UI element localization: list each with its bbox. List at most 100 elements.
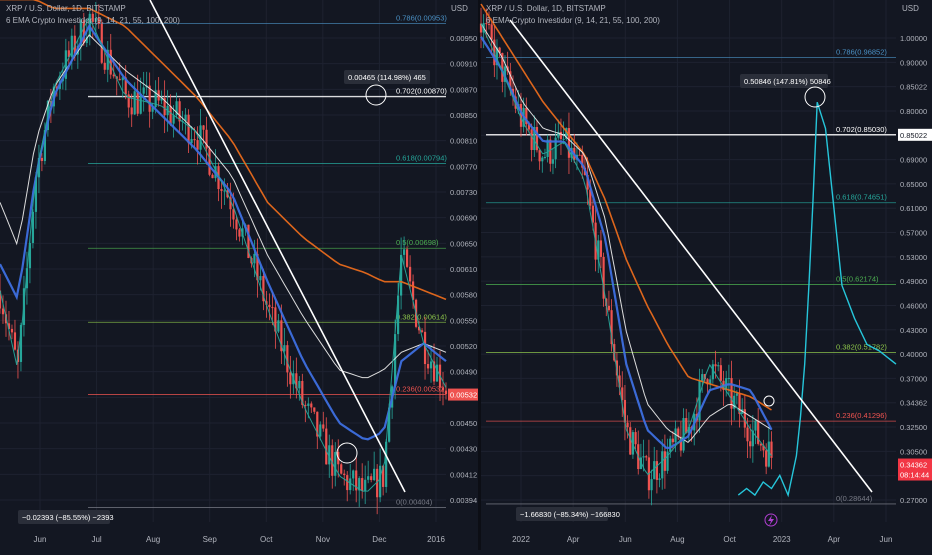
left-y-tick: 0.00950 [450, 34, 477, 43]
left-candle [364, 479, 367, 491]
left-candle [202, 125, 205, 130]
left-symbol-header[interactable]: XRP / U.S. Dollar, 1D, BITSTAMP [6, 4, 126, 13]
right-drop-annotation: −1.66830 (−85.34%) −166830 [520, 510, 620, 519]
chart-canvas: Jun Jul Aug Sep Oct Nov Dec 2016 0.00950 0.00910 0… [0, 0, 932, 550]
lightning-icon-glyph [768, 515, 774, 526]
right-candle [626, 422, 629, 428]
left-y-tick: 0.00580 [450, 291, 477, 300]
left-y-tick: 0.00450 [450, 419, 477, 428]
left-x-tick: Oct [260, 535, 273, 544]
right-y-tick: 0.61000 [900, 204, 927, 213]
right-fib-label: 0.236(0.41296) [836, 411, 887, 420]
left-y-tick: 0.00870 [450, 85, 477, 94]
left-candle [142, 87, 145, 94]
left-candle [313, 407, 316, 412]
left-y-tick: 0.00690 [450, 214, 477, 223]
left-candle [441, 387, 445, 391]
right-candle [541, 157, 544, 162]
right-y-tick: 0.57000 [900, 229, 927, 238]
left-candle [325, 428, 328, 465]
left-y-tick: 0.00910 [450, 60, 477, 69]
right-y-tick: 0.53000 [900, 253, 927, 262]
left-x-tick: Jun [34, 535, 47, 544]
right-y-tick: 0.37000 [900, 374, 927, 383]
right-candle [591, 205, 595, 223]
right-y-tick: 0.40000 [900, 350, 927, 359]
left-candle [268, 304, 271, 308]
left-fib-label: 0.786(0.00953) [396, 13, 447, 22]
left-y-tick: 0.00520 [450, 342, 477, 351]
left-y-tick: 0.00394 [450, 496, 477, 505]
right-candle [669, 438, 672, 452]
right-candle [645, 456, 648, 458]
right-candle [765, 450, 768, 467]
left-y-tick: 0.00730 [450, 188, 477, 197]
left-candle [235, 219, 238, 230]
left-candle [289, 372, 292, 385]
left-candle [220, 189, 223, 192]
right-y-tick: 0.80000 [900, 107, 927, 116]
right-candle [599, 240, 603, 257]
right-y-tick: 0.30500 [900, 447, 927, 456]
left-price-tag-label: 0.00532 [450, 391, 477, 400]
right-y-tick: 0.90000 [900, 58, 927, 67]
right-y-tick: 0.27000 [900, 496, 927, 505]
left-candle [343, 473, 346, 476]
right-y-tick: 0.32500 [900, 423, 927, 432]
left-y-tick: 0.00412 [450, 470, 477, 479]
left-candle [136, 91, 139, 114]
left-y-tick: 0.00490 [450, 368, 477, 377]
left-candle [10, 328, 14, 333]
left-candle [223, 190, 226, 192]
right-candle [749, 441, 752, 447]
right-ema-200-line [480, 3, 772, 411]
right-candle [655, 461, 658, 480]
left-currency-label: USD [451, 4, 468, 13]
left-x-tick: Dec [372, 535, 386, 544]
right-candle [719, 365, 722, 381]
left-candle [420, 330, 424, 332]
right-fib-label: 0.786(0.96852) [836, 47, 887, 56]
right-highlight-circle [804, 86, 826, 108]
left-y-tick: 0.00550 [450, 316, 477, 325]
left-candle [352, 470, 355, 479]
left-y-tick: 0.00610 [450, 265, 477, 274]
right-fib-label: 0.5(0.62174) [836, 274, 879, 283]
left-candle [169, 105, 172, 124]
right-candle [650, 479, 653, 491]
right-projection-line [737, 101, 897, 498]
left-drop-annotation: −0.02393 (−85.55%) −2393 [22, 513, 114, 522]
left-candle [370, 476, 373, 481]
right-fib-label: 0(0.28644) [836, 494, 873, 503]
right-x-tick: 2023 [773, 535, 791, 544]
right-price-badge-price: 0.34362 [900, 461, 927, 470]
right-indicator-header[interactable]: 6 EMA Crypto Investidor (9, 14, 21, 55, … [486, 16, 660, 25]
right-symbol-header[interactable]: XRP / U.S. Dollar, 1D, BITSTAMP [486, 4, 606, 13]
right-candle [746, 427, 749, 442]
left-candle [112, 74, 115, 77]
left-candle [319, 424, 322, 437]
right-y-tick: 0.69000 [900, 156, 927, 165]
right-candle [530, 129, 533, 151]
right-y-tick: 0.34362 [900, 399, 927, 408]
left-candle [193, 139, 196, 141]
left-candle [259, 276, 262, 281]
right-x-tick: Jun [619, 535, 632, 544]
right-candle [661, 451, 664, 479]
left-candle [322, 424, 325, 429]
left-candle [127, 94, 130, 108]
left-candle [232, 209, 235, 220]
left-gain-annotation: 0.00465 (114.98%) 465 [348, 73, 426, 82]
right-y-tick: 0.46000 [900, 301, 927, 310]
right-ema-55-line [480, 36, 773, 450]
right-candle [543, 156, 547, 158]
left-candle [277, 320, 280, 332]
left-indicator-header[interactable]: 6 EMA Crypto Investidor (9, 14, 21, 55, … [6, 16, 180, 25]
left-candle [361, 478, 364, 491]
right-candle [701, 374, 704, 381]
left-candle [310, 403, 313, 408]
right-price-badge-countdown: 08:14:44 [900, 471, 929, 480]
right-ema-9-line [480, 23, 772, 476]
left-x-tick: Jul [91, 535, 101, 544]
right-x-tick: Oct [723, 535, 736, 544]
